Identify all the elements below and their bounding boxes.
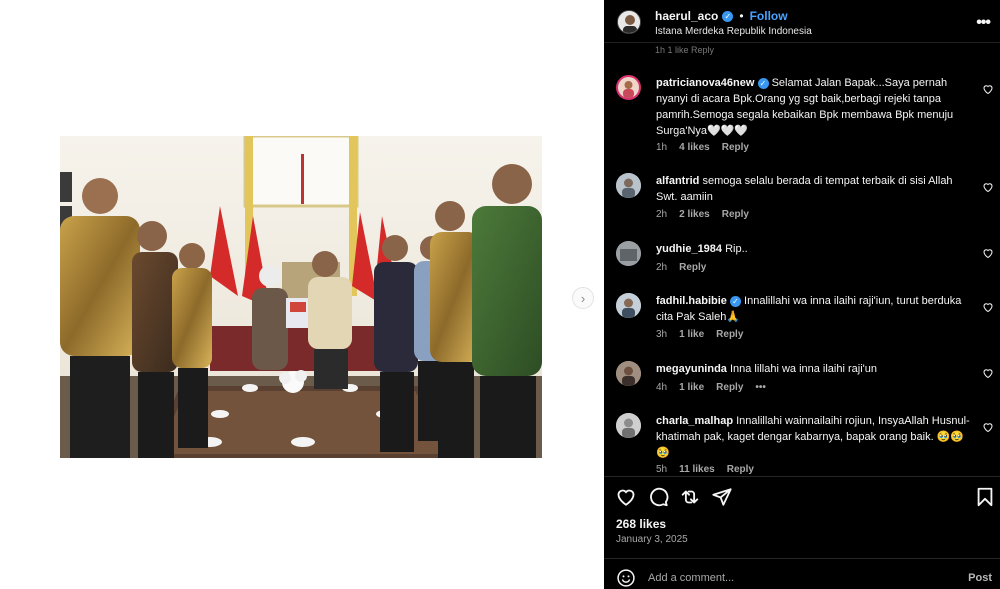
commenter-avatar-image [616, 413, 641, 438]
instagram-post-view: › haerul_aco ✓ • Follow Istana Merdeka R… [0, 0, 1000, 589]
commenter-avatar[interactable] [616, 361, 641, 386]
comment-username[interactable]: yudhie_1984 [656, 243, 722, 255]
location-link[interactable]: Istana Merdeka Republik Indonesia [655, 26, 812, 37]
comment-like-heart-icon[interactable] [982, 247, 994, 259]
commenter-avatar[interactable] [616, 75, 641, 100]
comment-reply-button[interactable]: Reply [722, 209, 749, 220]
comment-username[interactable]: fadhil.habibie [656, 295, 727, 307]
comment-like-heart-icon[interactable] [982, 367, 994, 379]
emoji-icon[interactable] [616, 568, 636, 588]
comment-like-heart-icon[interactable] [982, 421, 994, 433]
verified-badge-icon: ✓ [757, 78, 769, 89]
commenter-avatar-image [616, 241, 641, 266]
comment-time[interactable]: 5h [656, 464, 667, 475]
commenter-avatar-image [616, 361, 641, 386]
send-icon[interactable] [711, 486, 733, 508]
comment-text-block: yudhie_1984 Rip.. [656, 241, 976, 257]
comment-meta: 5h 11 likes Reply [656, 464, 754, 475]
author-line: haerul_aco ✓ • Follow [655, 9, 788, 23]
comment-more-icon[interactable]: ••• [755, 382, 766, 393]
comment-username[interactable]: alfantrid [656, 175, 699, 187]
next-photo-button[interactable]: › [572, 287, 594, 309]
comment-text-block: megayuninda Inna lillahi wa inna ilaihi … [656, 361, 976, 377]
photo-illustration [60, 136, 542, 458]
post-side-panel: haerul_aco ✓ • Follow Istana Merdeka Rep… [604, 0, 1000, 589]
post-actions-bar [604, 476, 1000, 516]
commenter-avatar[interactable] [616, 413, 641, 438]
comment-likes[interactable]: 11 likes [679, 464, 715, 475]
verified-badge-icon: ✓ [729, 296, 741, 307]
comment-reply-button[interactable]: Reply [727, 464, 754, 475]
likes-count[interactable]: 268 likes [616, 517, 666, 531]
comment-meta: 3h 1 like Reply [656, 329, 743, 340]
comments-list[interactable]: 1h 1 like Reply patricianova46new ✓ Sela… [604, 42, 1000, 476]
comment-time[interactable]: 3h [656, 329, 667, 340]
comment-meta: 1h 4 likes Reply [656, 142, 749, 153]
comment-likes[interactable]: 1 like [679, 382, 704, 393]
share-icon[interactable] [679, 486, 701, 508]
commenter-avatar[interactable] [616, 173, 641, 198]
author-avatar[interactable] [617, 10, 641, 34]
comment-likes[interactable]: 1 like [679, 329, 704, 340]
comment-body: Inna lillahi wa inna ilaihi raji'un [729, 363, 877, 375]
comment-meta: 2h Reply [656, 262, 706, 273]
comment-username[interactable]: megayuninda [656, 363, 727, 375]
author-username[interactable]: haerul_aco [655, 9, 718, 23]
comment-reply-button[interactable]: Reply [722, 142, 749, 153]
commenter-avatar-image [616, 293, 641, 318]
heart-icon[interactable] [615, 486, 637, 508]
comment-text-block: alfantrid semoga selalu berada di tempat… [656, 173, 976, 205]
comment-time[interactable]: 2h [656, 209, 667, 220]
comment-username[interactable]: charla_malhap [656, 415, 733, 427]
comment-meta: 4h 1 like Reply ••• [656, 382, 766, 393]
media-pane: › [0, 0, 604, 589]
comment-likes[interactable]: 2 likes [679, 209, 710, 220]
post-photo[interactable] [60, 136, 542, 458]
comment-likes[interactable]: 4 likes [679, 142, 710, 153]
bookmark-icon[interactable] [974, 486, 996, 508]
more-horizontal-icon[interactable]: ••• [976, 14, 991, 32]
comment-text-block: charla_malhap Innalillahi wainnailaihi r… [656, 413, 976, 461]
commenter-avatar-image [623, 81, 634, 98]
comment-reply-button[interactable]: Reply [679, 262, 706, 273]
comment-reply-button[interactable]: Reply [716, 329, 743, 340]
comment-text-block: patricianova46new ✓ Selamat Jalan Bapak.… [656, 75, 976, 139]
comment-text-block: fadhil.habibie ✓ Innalillahi wa inna ila… [656, 293, 976, 325]
comment-time[interactable]: 2h [656, 262, 667, 273]
comment-username[interactable]: patricianova46new [656, 77, 754, 89]
commenter-avatar[interactable] [616, 241, 641, 266]
comment-like-heart-icon[interactable] [982, 181, 994, 193]
verified-badge-icon: ✓ [722, 10, 734, 22]
post-header: haerul_aco ✓ • Follow Istana Merdeka Rep… [604, 0, 1000, 42]
add-comment-bar: Add a comment... Post [604, 558, 1000, 589]
comment-time[interactable]: 4h [656, 382, 667, 393]
commenter-avatar-image [616, 173, 641, 198]
comment-meta: 2h 2 likes Reply [656, 209, 749, 220]
chevron-right-icon: › [580, 290, 586, 306]
commenter-avatar[interactable] [616, 293, 641, 318]
partial-comment-meta: 1h 1 like Reply [655, 45, 715, 55]
comment-body: semoga selalu berada di tempat terbaik d… [656, 175, 953, 203]
comment-reply-button[interactable]: Reply [716, 382, 743, 393]
separator-dot: • [739, 9, 744, 23]
follow-button[interactable]: Follow [750, 9, 788, 23]
add-comment-input[interactable]: Add a comment... [648, 572, 734, 584]
comment-body: Rip.. [725, 243, 748, 255]
comment-time[interactable]: 1h [656, 142, 667, 153]
comment-icon[interactable] [647, 486, 669, 508]
comment-like-heart-icon[interactable] [982, 83, 994, 95]
post-date: January 3, 2025 [616, 534, 688, 545]
post-comment-button[interactable]: Post [968, 572, 992, 584]
comment-like-heart-icon[interactable] [982, 301, 994, 313]
author-avatar-image [618, 11, 640, 33]
